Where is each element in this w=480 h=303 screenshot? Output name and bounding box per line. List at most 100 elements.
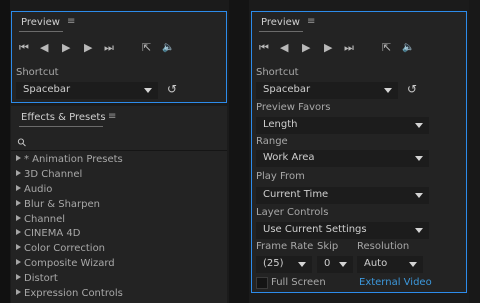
list-item-label: Blur & Sharpen [24,199,101,210]
effects-menu-icon[interactable]: ≡ [108,111,116,122]
chevron-down-icon [298,262,306,267]
previous-frame-icon[interactable]: ◀ [280,40,288,56]
left-preview-header: Preview ≡ [11,11,227,35]
next-frame-icon[interactable]: ▶ [84,40,92,56]
effects-list-separator [11,150,227,151]
resolution-value: Auto [364,258,388,269]
list-item[interactable]: * Animation Presets [16,154,123,165]
list-item[interactable]: Distort [16,273,58,284]
chevron-down-icon [339,262,347,267]
preview-favors-value: Length [263,119,298,130]
play-icon[interactable]: ▶ [302,40,310,56]
previous-frame-icon[interactable]: ◀ [40,40,48,56]
play-from-dropdown[interactable]: Current Time [256,187,429,204]
skip-value: 0 [324,258,331,269]
right-preview-panel: Preview ≡ ⏮ ◀ ▶ ▶ ⏭ ⇱ 🔈 Shortcut Spaceba… [251,11,467,293]
column-gutter [229,0,249,303]
range-value: Work Area [263,152,315,163]
right-preview-tab-underline [259,31,303,32]
right-preview-title[interactable]: Preview [261,17,300,28]
frame-rate-label: Frame Rate [256,241,314,252]
first-frame-icon[interactable]: ⏮ [259,40,269,56]
resolution-dropdown[interactable]: Auto [357,256,423,273]
expand-triangle-icon[interactable] [16,259,21,265]
left-shortcut-label: Shortcut [16,67,59,78]
audio-speaker-icon[interactable]: 🔈 [162,40,174,56]
list-item-label: Distort [24,273,58,284]
effects-tab-underline [19,126,103,127]
skip-dropdown[interactable]: 0 [317,256,353,273]
list-item[interactable]: Color Correction [16,243,105,254]
layer-controls-value: Use Current Settings [263,224,367,235]
last-frame-icon[interactable]: ⏭ [104,40,114,56]
right-preview-header: Preview ≡ [251,11,467,35]
list-item[interactable]: CINEMA 4D [16,228,80,239]
list-item[interactable]: 3D Channel [16,169,82,180]
next-frame-icon[interactable]: ▶ [324,40,332,56]
list-item-label: Channel [24,214,66,225]
right-shortcut-value: Spacebar [263,84,311,95]
effects-title[interactable]: Effects & Presets [21,112,106,123]
right-reset-icon[interactable]: ↺ [407,82,417,96]
left-shortcut-value: Spacebar [23,84,71,95]
last-frame-icon[interactable]: ⏭ [344,40,354,56]
left-preview-panel: Preview ≡ ⏮ ◀ ▶ ▶ ⏭ ⇱ 🔈 Shortcut Spaceba… [11,11,227,103]
list-item-label: Audio [24,184,53,195]
list-item[interactable]: Expression Controls [16,288,123,299]
expand-triangle-icon[interactable] [16,289,21,295]
expand-triangle-icon[interactable] [16,200,21,206]
range-dropdown[interactable]: Work Area [256,150,429,167]
play-icon[interactable]: ▶ [62,40,70,56]
chevron-down-icon [384,88,392,93]
list-item-label: Color Correction [24,243,106,254]
left-reset-icon[interactable]: ↺ [167,82,177,96]
right-edge-strip [469,0,480,303]
right-shortcut-label: Shortcut [256,67,299,78]
expand-triangle-icon[interactable] [16,244,21,250]
list-item-label: * Animation Presets [24,154,123,165]
layer-controls-dropdown[interactable]: Use Current Settings [256,222,429,239]
list-item-label: Expression Controls [24,288,123,299]
list-item-label: Composite Wizard [24,258,115,269]
full-screen-label[interactable]: Full Screen [271,277,326,288]
expand-triangle-icon[interactable] [16,229,21,235]
left-transport-controls: ⏮ ◀ ▶ ▶ ⏭ ⇱ 🔈 [11,40,227,56]
left-preview-title[interactable]: Preview [21,17,60,28]
expand-triangle-icon[interactable] [16,215,21,221]
play-from-value: Current Time [263,189,329,200]
loop-icon[interactable]: ⇱ [142,40,151,56]
audio-speaker-icon[interactable]: 🔈 [402,40,414,56]
chevron-down-icon [415,156,423,161]
expand-triangle-icon[interactable] [16,170,21,176]
right-preview-menu-icon[interactable]: ≡ [307,16,315,27]
list-item[interactable]: Channel [16,214,65,225]
frame-rate-value: (25) [263,258,284,269]
chevron-down-icon [409,262,417,267]
preview-favors-label: Preview Favors [256,102,331,113]
expand-triangle-icon[interactable] [16,274,21,280]
right-shortcut-dropdown[interactable]: Spacebar [256,82,398,99]
layer-controls-label: Layer Controls [256,207,329,218]
left-preview-tab-underline [19,31,63,32]
first-frame-icon[interactable]: ⏮ [19,40,29,56]
skip-label: Skip [317,241,339,252]
frame-rate-dropdown[interactable]: (25) [256,256,312,273]
effects-header: Effects & Presets ≡ [11,106,227,130]
expand-triangle-icon[interactable] [16,155,21,161]
range-label: Range [256,136,288,147]
list-item[interactable]: Blur & Sharpen [16,199,100,210]
full-screen-checkbox[interactable] [256,277,268,289]
right-transport-controls: ⏮ ◀ ▶ ▶ ⏭ ⇱ 🔈 [251,40,467,56]
preview-favors-dropdown[interactable]: Length [256,117,429,134]
chevron-down-icon [144,88,152,93]
chevron-down-icon [415,193,423,198]
list-item[interactable]: Audio [16,184,52,195]
expand-triangle-icon[interactable] [16,185,21,191]
left-preview-menu-icon[interactable]: ≡ [67,16,75,27]
loop-icon[interactable]: ⇱ [382,40,391,56]
chevron-down-icon [415,228,423,233]
resolution-label: Resolution [357,241,410,252]
left-shortcut-dropdown[interactable]: Spacebar [16,82,158,99]
external-video-link[interactable]: External Video [359,277,432,288]
list-item[interactable]: Composite Wizard [16,258,115,269]
